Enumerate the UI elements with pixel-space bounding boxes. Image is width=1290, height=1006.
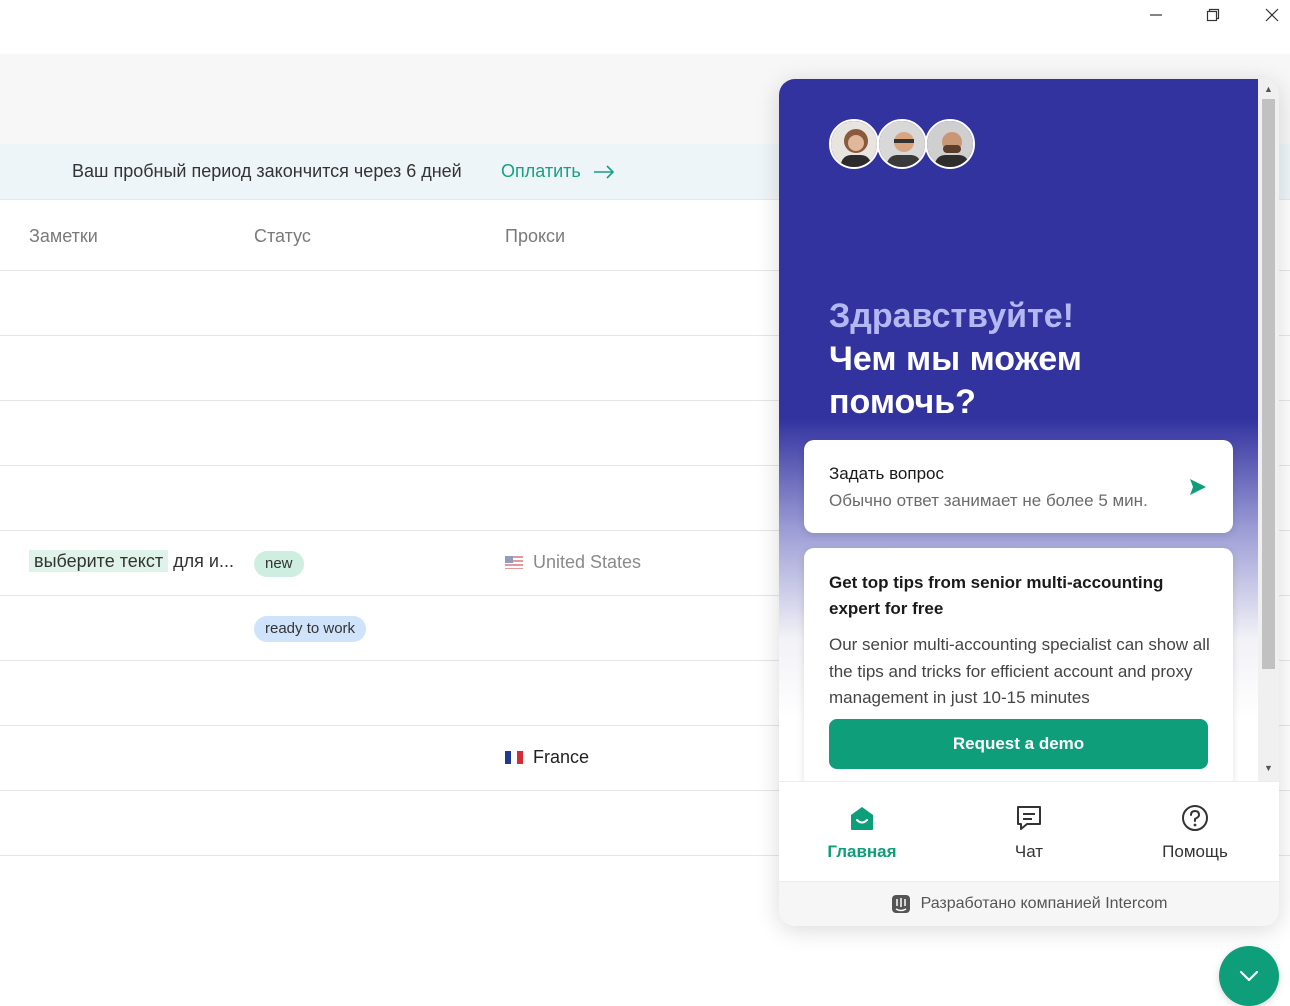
close-window-button[interactable] — [1243, 0, 1290, 30]
response-time-text: Обычно ответ занимает не более 5 мин. — [829, 491, 1148, 510]
tips-card-title: Get top tips from senior multi-accountin… — [829, 573, 1164, 618]
home-icon — [851, 807, 873, 830]
us-flag-icon — [505, 556, 523, 569]
team-avatars — [829, 119, 975, 169]
scroll-down-icon[interactable]: ▼ — [1264, 763, 1273, 773]
chat-icon — [1017, 806, 1041, 830]
pay-link-label: Оплатить — [501, 161, 581, 181]
messenger-launcher-button[interactable] — [1219, 946, 1279, 1006]
tab-chat-label: Чат — [1014, 842, 1044, 861]
window-titlebar — [0, 0, 1290, 54]
help-icon — [1182, 805, 1208, 831]
send-icon — [1190, 479, 1206, 495]
messenger-scrollbar[interactable]: ▲ ▼ — [1258, 79, 1279, 781]
avatar — [877, 119, 927, 169]
powered-by-footer[interactable]: Разработано компанией Intercom — [779, 881, 1279, 926]
status-badge[interactable]: ready to work — [254, 616, 367, 642]
pay-link[interactable]: Оплатить — [501, 161, 615, 182]
france-flag-icon — [505, 751, 523, 764]
tab-chat[interactable]: Чат — [974, 804, 1084, 862]
arrow-right-icon — [593, 164, 614, 179]
ask-question-title: Задать вопрос — [829, 464, 944, 483]
column-header-proxy[interactable]: Прокси — [505, 226, 565, 247]
proxy-country: United States — [533, 552, 642, 572]
proxy-cell[interactable]: United States — [505, 552, 641, 573]
greeting-hello: Здравствуйте! — [829, 297, 1074, 335]
request-demo-button[interactable]: Request a demo — [829, 719, 1208, 769]
column-header-status[interactable]: Статус — [254, 226, 311, 247]
ask-question-card[interactable]: Задать вопрос Обычно ответ занимает не б… — [804, 440, 1233, 533]
tab-home-label: Главная — [827, 842, 897, 861]
column-header-notes[interactable]: Заметки — [29, 226, 98, 247]
status-badge[interactable]: new — [254, 551, 304, 577]
intercom-logo-icon — [891, 895, 910, 913]
close-icon — [1265, 8, 1279, 22]
avatar — [829, 119, 879, 169]
tips-card: Get top tips from senior multi-accountin… — [804, 548, 1233, 781]
note-highlighted-text: выберите текст — [29, 550, 169, 572]
chevron-down-icon — [1239, 970, 1259, 982]
note-cell[interactable]: выберите текст для и... — [29, 550, 234, 572]
tab-help[interactable]: Помощь — [1140, 804, 1250, 862]
messenger-home-scroll[interactable]: Здравствуйте! Чем мы можем помочь? Задат… — [779, 79, 1258, 781]
restore-button[interactable] — [1184, 0, 1242, 30]
minimize-button[interactable] — [1127, 0, 1185, 30]
powered-by-text: Разработано компанией Intercom — [920, 895, 1168, 912]
restore-icon — [1206, 8, 1220, 22]
proxy-country: France — [533, 747, 590, 767]
scrollbar-thumb[interactable] — [1262, 99, 1275, 669]
messenger-greeting: Здравствуйте! Чем мы можем помочь? — [829, 295, 1229, 424]
tab-home[interactable]: Главная — [807, 804, 917, 862]
messenger-tabbar: Главная Чат Помощь — [779, 781, 1279, 881]
scroll-up-icon[interactable]: ▲ — [1264, 84, 1273, 94]
tab-help-label: Помощь — [1162, 842, 1228, 861]
note-text: для и... — [173, 551, 234, 571]
tips-card-body: Our senior multi-accounting specialist c… — [829, 635, 1210, 707]
proxy-cell[interactable]: France — [505, 747, 589, 768]
avatar — [925, 119, 975, 169]
trial-banner-text: Ваш пробный период закончится через 6 дн… — [72, 161, 462, 181]
greeting-question: Чем мы можем помочь? — [829, 340, 1082, 421]
minimize-icon — [1150, 14, 1162, 16]
support-messenger: Здравствуйте! Чем мы можем помочь? Задат… — [779, 79, 1279, 926]
